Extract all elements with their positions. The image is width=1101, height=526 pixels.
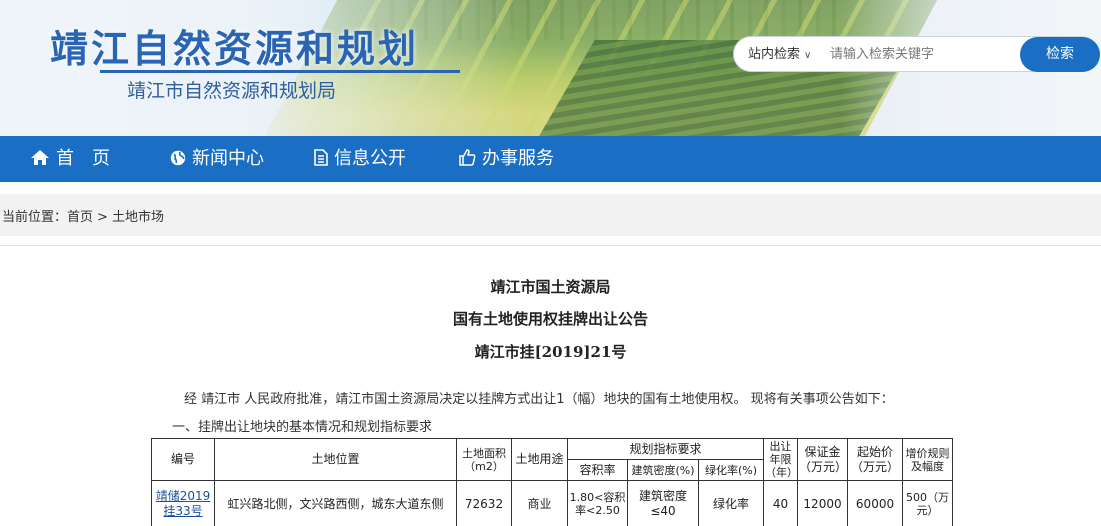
- nav-item-news[interactable]: 新闻中心: [170, 136, 264, 182]
- main-nav: 首 页 新闻中心 信息公开 办事服务: [0, 136, 1101, 182]
- parcel-link[interactable]: 靖储2019挂33号: [156, 489, 211, 518]
- header-no: 编号: [151, 437, 215, 482]
- header-green: 绿化率(%): [697, 459, 765, 482]
- cell-far: 1.80<容积率<2.50: [567, 480, 628, 526]
- header-far: 容积率: [567, 459, 628, 482]
- cell-increment: 500（万元）: [902, 480, 954, 526]
- nav-item-label: 新闻中心: [192, 148, 264, 169]
- site-subtitle: 靖江市自然资源和规划局: [127, 80, 337, 102]
- nav-item-services[interactable]: 办事服务: [459, 136, 554, 182]
- article-title: 国有土地使用权挂牌出让公告: [452, 310, 648, 328]
- cell-area: 72632: [456, 480, 512, 526]
- header-planning: 规划指标要求: [566, 437, 765, 461]
- thumbs-up-icon: [459, 149, 476, 166]
- table-header-row: 编号 土地位置 土地面积（m2） 土地用途 规划指标要求 出让年限（年） 保证金…: [151, 437, 954, 482]
- search-scope-label: 站内检索: [748, 46, 801, 61]
- site-title[interactable]: 靖江自然资源和规划: [50, 18, 419, 73]
- cell-start-price: 60000: [847, 480, 904, 526]
- search-scope-select[interactable]: 站内检索 ∨: [748, 37, 811, 71]
- cell-green: 绿化率: [697, 480, 765, 526]
- breadcrumb-bar: 当前位置：首页 > 土地市场: [0, 194, 1101, 236]
- table-row: 靖储2019挂33号 虹兴路北侧，文兴路西侧，城东大道东侧 72632 商业 1…: [151, 480, 954, 526]
- breadcrumb-prefix: 当前位置：: [2, 210, 68, 225]
- nav-item-info-disclosure[interactable]: 信息公开: [314, 136, 406, 182]
- cell-location: 虹兴路北侧，文兴路西侧，城东大道东侧: [214, 480, 457, 526]
- search-button[interactable]: 检索: [1020, 37, 1100, 72]
- article-intro: 经 靖江市 人民政府批准，靖江市国土资源局决定以挂牌方式出让1（幅）地块的国有土…: [184, 392, 894, 407]
- breadcrumb: 当前位置：首页 > 土地市场: [2, 206, 164, 225]
- header-increment: 增价规则及幅度: [902, 437, 954, 482]
- divider: [0, 245, 1101, 246]
- breadcrumb-home-link[interactable]: 首页: [67, 210, 93, 225]
- header-start-price: 起始价（万元）: [847, 437, 904, 482]
- document-icon: [314, 149, 328, 166]
- header-density: 建筑密度(%): [627, 459, 699, 482]
- nav-item-label: 办事服务: [482, 148, 554, 169]
- cell-no: 靖储2019挂33号: [151, 480, 215, 526]
- article-section-heading: 一、挂牌出让地块的基本情况和规划指标要求: [172, 420, 433, 435]
- nav-item-label: 信息公开: [334, 148, 406, 169]
- article-doc-number: 靖江市挂[2019]21号: [474, 343, 627, 361]
- header-deposit: 保证金（万元）: [797, 437, 849, 482]
- cell-density: 建筑密度≤40: [627, 480, 699, 526]
- nav-item-label: 首 页: [56, 148, 110, 169]
- header-area: 土地面积（m2）: [456, 437, 512, 482]
- chevron-down-icon: ∨: [804, 50, 812, 61]
- home-icon: [31, 150, 49, 165]
- cell-deposit: 12000: [797, 480, 849, 526]
- globe-icon: [170, 150, 186, 166]
- header-location: 土地位置: [214, 437, 457, 482]
- breadcrumb-current-link[interactable]: 土地市场: [112, 210, 164, 225]
- land-table: 编号 土地位置 土地面积（m2） 土地用途 规划指标要求 出让年限（年） 保证金…: [151, 437, 954, 526]
- title-rule: [100, 70, 460, 73]
- header-term: 出让年限（年）: [763, 437, 799, 482]
- cell-use: 商业: [511, 480, 568, 526]
- breadcrumb-separator: >: [97, 210, 108, 225]
- header-use: 土地用途: [511, 437, 568, 482]
- cell-term: 40: [763, 480, 799, 526]
- nav-item-home[interactable]: 首 页: [30, 136, 110, 182]
- article-issuer: 靖江市国土资源局: [490, 278, 611, 296]
- search-input[interactable]: [830, 43, 1010, 65]
